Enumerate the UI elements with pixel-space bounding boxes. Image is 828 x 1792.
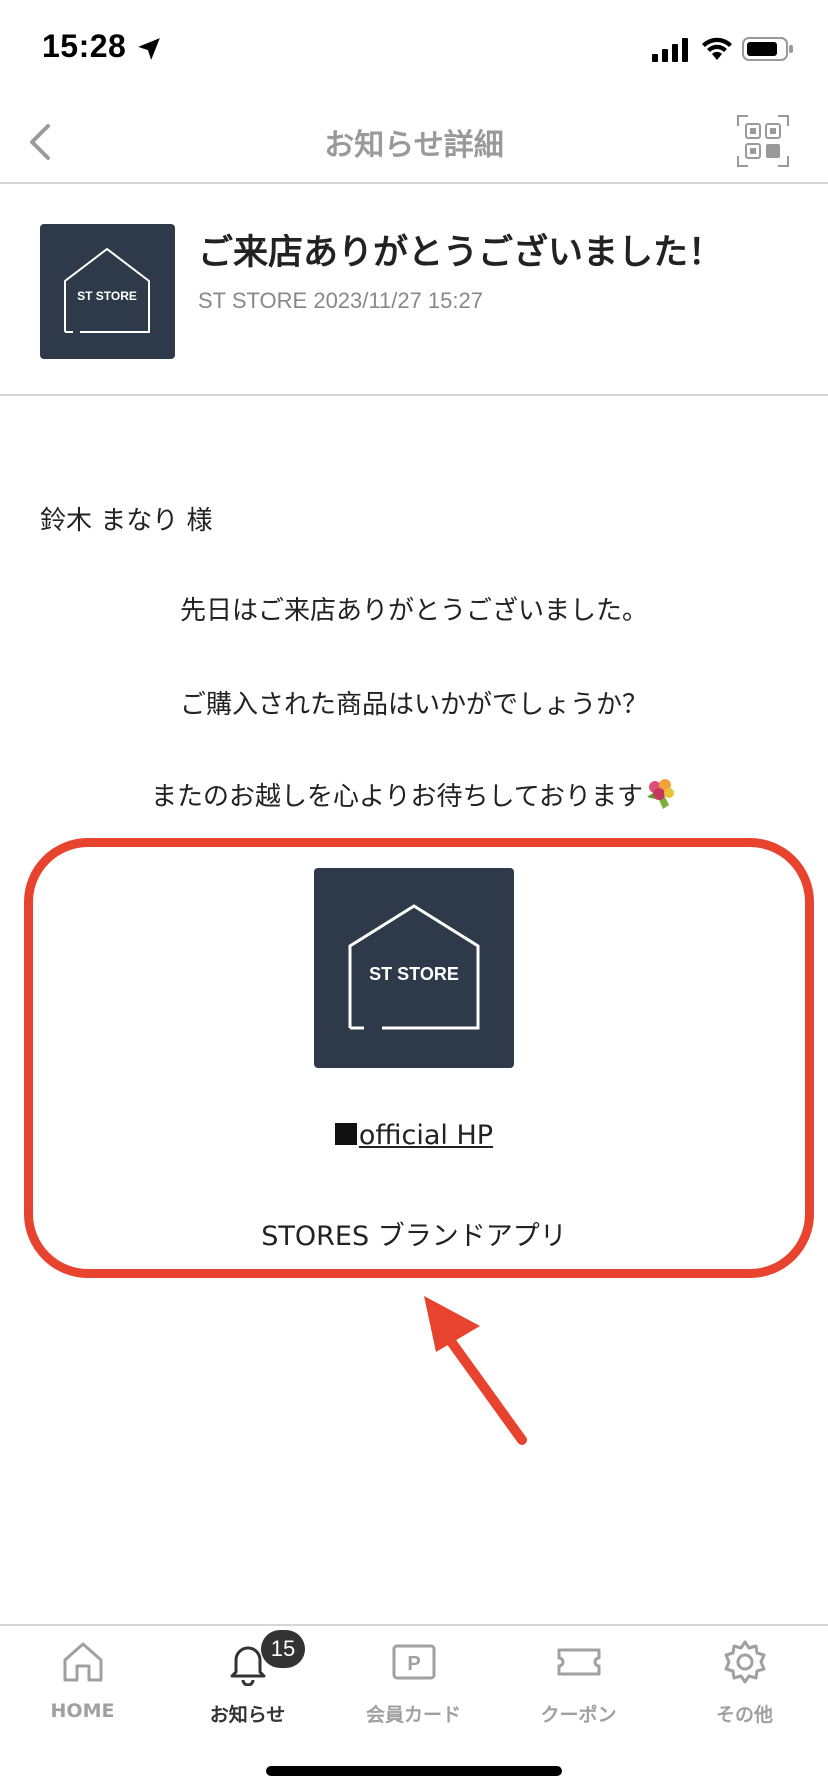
house-logo-icon: ST STORE <box>348 904 480 1030</box>
tab-other[interactable]: その他 <box>662 1638 827 1748</box>
logo-text: ST STORE <box>369 964 459 984</box>
message-header: ST STORE ご来店ありがとうございました！ ST STORE 2023/1… <box>0 186 828 396</box>
tab-label: お知らせ <box>209 1704 286 1726</box>
brand-app-text: STORES ブランドアプリ <box>261 1221 567 1252</box>
body-text-line: 先日はご来店ありがとうございました。 <box>179 596 648 626</box>
tab-label: 会員カード <box>365 1704 461 1726</box>
tab-label: HOME <box>50 1700 115 1722</box>
home-icon <box>63 1642 102 1682</box>
tab-home[interactable]: HOME <box>0 1638 165 1748</box>
gear-icon <box>724 1640 765 1684</box>
page-title: お知らせ詳細 <box>324 128 504 163</box>
house-logo-icon: ST STORE <box>64 247 150 333</box>
recipient-name: 鈴木 まなり 様 <box>40 506 213 536</box>
location-arrow-icon <box>138 38 160 60</box>
store-logo-large[interactable]: ST STORE <box>314 868 514 1068</box>
tab-label: クーポン <box>540 1704 617 1726</box>
logo-text: ST STORE <box>77 289 137 303</box>
tab-label: その他 <box>715 1704 773 1726</box>
official-hp-line: official HP <box>0 1120 828 1151</box>
message-title: ご来店ありがとうございました！ <box>198 233 724 273</box>
nav-bar: お知らせ詳細 <box>0 100 828 184</box>
wifi-icon <box>702 37 732 60</box>
status-bar: 15:28 <box>0 0 828 100</box>
red-arrow-icon <box>424 1296 527 1445</box>
notification-badge: 15 <box>261 1630 305 1668</box>
bouquet-icon <box>646 779 674 809</box>
member-card-icon: P <box>392 1644 435 1680</box>
status-time: 15:28 <box>42 28 127 64</box>
qr-code-icon[interactable] <box>736 114 790 168</box>
message-meta: ST STORE 2023/11/27 15:27 <box>198 288 483 313</box>
tab-member-card[interactable]: P 会員カード <box>331 1638 496 1748</box>
tab-news[interactable]: 15 お知らせ <box>165 1630 330 1748</box>
svg-text:P: P <box>407 1653 420 1675</box>
signal-icon <box>652 38 688 62</box>
body-text: またのお越しを心よりお待ちしております <box>151 782 643 812</box>
home-indicator <box>266 1766 562 1776</box>
coupon-icon <box>557 1648 600 1676</box>
square-bullet-icon <box>334 1123 357 1145</box>
body-text-line: ご購入された商品はいかがでしょうか？ <box>179 690 648 720</box>
battery-icon <box>742 37 793 61</box>
body-text-line: またのお越しを心よりお待ちしております <box>0 776 828 813</box>
store-logo-thumbnail: ST STORE <box>40 224 175 359</box>
official-hp-link[interactable]: official HP <box>359 1120 493 1151</box>
tab-coupon[interactable]: クーポン <box>496 1638 661 1748</box>
